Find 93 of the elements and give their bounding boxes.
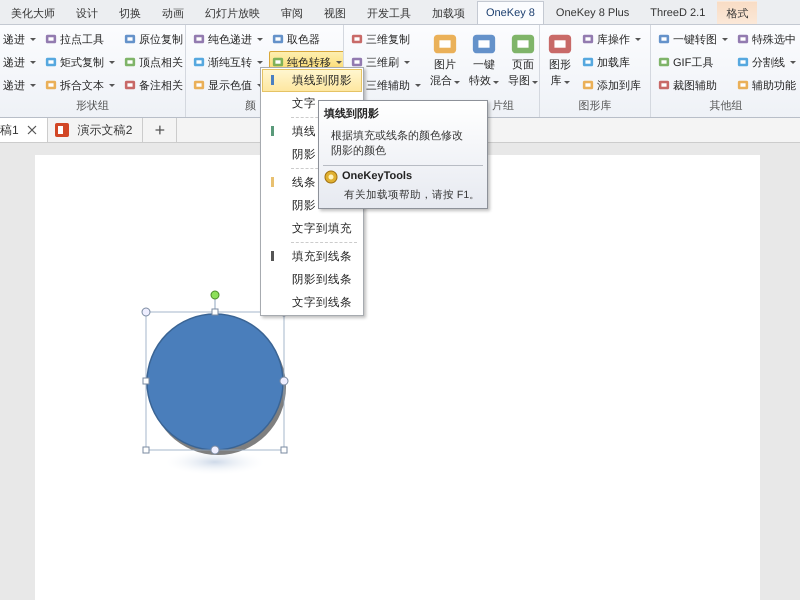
group-label: 形状组 [76,99,109,114]
ribbon-button[interactable]: 一键转图 [655,28,731,50]
ribbon-button[interactable]: 取色器 [269,28,343,50]
ribbon-button[interactable]: 图片 混合 [427,28,463,92]
caret-icon [336,60,342,64]
tool-icon [45,33,57,45]
presentation-icon [54,122,70,138]
ribbon-tab[interactable]: 格式 [717,1,758,24]
caret-icon [635,38,641,40]
ribbon-tab[interactable]: 视图 [315,1,355,24]
ribbon-tab[interactable]: 幻灯片放映 [196,1,269,24]
tool-icon [737,79,749,91]
tool-icon [658,33,670,45]
tool-icon [582,56,594,68]
tool-icon [124,56,136,68]
caret-icon [109,60,115,64]
ribbon-button[interactable]: 拉点工具 [42,28,118,50]
menu-item[interactable]: 文字到填充 [262,217,362,240]
menu-item[interactable]: 填线到阴影 [262,69,362,92]
document-tab[interactable]: 稿1 [0,118,48,142]
ribbon-tab[interactable]: 动画 [153,1,193,24]
ribbon-button[interactable]: 加载库 [579,51,644,73]
document-title: 稿1 [0,122,19,138]
ribbon-tab[interactable]: 切换 [110,1,150,24]
tooltip-description: 根据填充或线条的颜色修改阴影的颜色 [330,128,464,159]
tool-icon [45,79,57,91]
group-label: 片组 [492,99,514,114]
tool-icon [658,56,670,68]
caret-icon [532,81,538,84]
ribbon-button[interactable]: 特殊选中 [734,28,800,50]
ribbon-button[interactable]: 裁图辅助 [655,74,731,96]
tooltip-help-text: 有关加载项帮助，请按 F1。 [343,188,482,202]
ribbon-button[interactable]: 纯色递进 [190,28,266,50]
menu-item[interactable]: 阴影到线条 [262,268,362,291]
ribbon-button[interactable]: 库操作 [579,28,644,50]
tool-icon [124,33,136,45]
menu-item[interactable]: 填充到线条 [262,245,362,268]
caret-icon [109,84,115,86]
ribbon-button[interactable]: 拆合文本 [42,74,118,96]
tool-icon [45,56,57,68]
ribbon-button[interactable]: GIF工具 [655,51,731,73]
tooltip-footer-title: OneKeyTools [342,170,412,184]
ribbon-button[interactable]: 页面 导图 [505,28,539,92]
caret-icon [30,38,36,40]
ribbon-tab[interactable]: ThreeD 2.1 [641,1,714,24]
ribbon-button[interactable]: 添加到库 [579,74,644,96]
caret-icon [722,38,728,40]
ribbon-button[interactable]: 递进 [0,74,39,96]
ribbon-tab[interactable]: 加载项 [423,1,474,24]
ribbon-tab[interactable]: OneKey 8 Plus [546,1,638,24]
tool-icon [272,33,284,45]
ribbon-button[interactable]: 一键 特效 [466,28,502,92]
caret-icon [30,60,36,64]
tool-icon [124,79,136,91]
caret-icon [415,84,421,86]
ribbon-button[interactable]: 三维复制 [348,28,424,50]
ribbon-tab[interactable]: 开发工具 [358,1,420,24]
tool-icon [193,33,205,45]
ribbon-tab[interactable]: 审阅 [272,1,312,24]
ribbon-button[interactable]: 矩式复制 [42,51,118,73]
caret-icon [564,81,570,84]
caret-icon [257,60,263,64]
tooltip-title: 填线到阴影 [324,106,380,121]
tool-icon [582,33,594,45]
document-tab[interactable]: 演示文稿2 [48,118,144,142]
caret-icon [790,60,796,64]
ribbon-button[interactable]: 递进 [0,28,39,50]
group-label: 其他组 [710,99,742,114]
caret-icon [454,81,460,84]
group-label: 图形库 [578,98,612,114]
ribbon-button[interactable]: 辅助功能 [734,74,800,96]
ribbon-button[interactable]: 图形 库 [544,28,576,92]
tool-icon [737,33,749,45]
gear-icon [324,170,338,184]
close-icon[interactable] [26,125,37,135]
tool-icon [658,79,670,91]
group-label: 颜 [245,98,256,114]
tool-icon [193,79,205,91]
caret-icon [493,81,499,84]
ribbon-tab[interactable]: OneKey 8 [477,1,544,24]
document-title: 演示文稿2 [78,122,132,138]
ribbon-tab[interactable]: 设计 [67,1,107,24]
ribbon-button[interactable]: 递进 [0,51,39,73]
caret-icon [30,84,36,86]
tool-icon [193,56,205,68]
tool-icon [351,33,363,45]
menu-item[interactable]: 文字到线条 [262,291,362,314]
caret-icon [404,60,410,64]
ribbon-button[interactable]: 分割线 [734,51,800,73]
tool-icon [582,79,594,91]
caret-icon [257,38,263,40]
tool-icon [737,56,749,68]
ribbon-tab[interactable]: 美化大师 [2,1,64,24]
